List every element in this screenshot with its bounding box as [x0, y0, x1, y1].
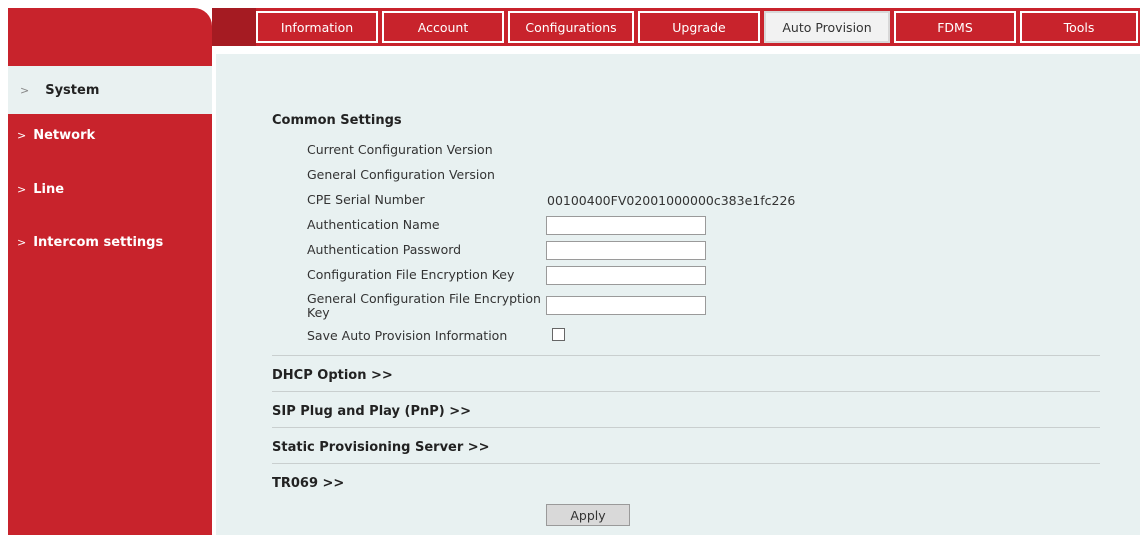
- apply-button[interactable]: Apply: [546, 504, 630, 526]
- tab-account[interactable]: Account: [382, 11, 504, 43]
- dhcp-option-section[interactable]: DHCP Option >>: [272, 368, 393, 383]
- current-config-version-label: Current Configuration Version: [307, 142, 493, 157]
- tab-tools[interactable]: Tools: [1020, 11, 1138, 43]
- chevron-right-icon: >: [17, 128, 27, 142]
- main-content: Common Settings Current Configuration Ve…: [216, 54, 1140, 535]
- sidebar-item-label: Intercom settings: [33, 234, 164, 250]
- static-provisioning-section[interactable]: Static Provisioning Server >>: [272, 440, 490, 455]
- tab-upgrade[interactable]: Upgrade: [638, 11, 760, 43]
- save-auto-provision-checkbox[interactable]: [552, 328, 565, 341]
- chevron-right-icon: >: [17, 235, 27, 249]
- sidebar-item-line[interactable]: > Line: [8, 174, 212, 204]
- sidebar-item-network[interactable]: > Network: [8, 120, 212, 150]
- chevron-right-icon: >: [20, 83, 30, 97]
- divider: [272, 355, 1100, 356]
- general-config-key-label-line1: General Configuration File Encryption: [307, 291, 541, 306]
- sidebar-item-label: Network: [33, 127, 96, 143]
- divider: [272, 427, 1100, 428]
- auth-name-input[interactable]: [546, 216, 706, 235]
- sidebar: > System > Network > Line > Intercom set…: [8, 8, 212, 535]
- tab-information[interactable]: Information: [256, 11, 378, 43]
- common-settings-title: Common Settings: [272, 113, 402, 128]
- sidebar-item-intercom-settings[interactable]: > Intercom settings: [8, 227, 212, 257]
- save-auto-provision-label: Save Auto Provision Information: [307, 328, 508, 343]
- auth-password-label: Authentication Password: [307, 242, 462, 257]
- general-config-key-label: General Configuration File Encryption Ke…: [307, 292, 541, 320]
- sidebar-item-label: System: [45, 82, 100, 98]
- divider: [272, 463, 1100, 464]
- cpe-serial-value: 00100400FV02001000000c383e1fc226: [547, 193, 796, 208]
- sidebar-header: [8, 8, 212, 58]
- tab-fdms[interactable]: FDMS: [894, 11, 1016, 43]
- tab-bar-shade: [212, 8, 256, 46]
- general-config-file-encryption-key-input[interactable]: [546, 296, 706, 315]
- general-config-key-label-line2: Key: [307, 305, 330, 320]
- chevron-right-icon: >: [17, 182, 27, 196]
- tab-configurations[interactable]: Configurations: [508, 11, 634, 43]
- auth-name-label: Authentication Name: [307, 217, 440, 232]
- auth-password-input[interactable]: [546, 241, 706, 260]
- divider: [272, 391, 1100, 392]
- cpe-serial-label: CPE Serial Number: [307, 192, 425, 207]
- tr069-section[interactable]: TR069 >>: [272, 476, 344, 491]
- config-key-label: Configuration File Encryption Key: [307, 267, 515, 282]
- sip-pnp-section[interactable]: SIP Plug and Play (PnP) >>: [272, 404, 471, 419]
- sidebar-item-system[interactable]: > System: [8, 66, 212, 114]
- config-file-encryption-key-input[interactable]: [546, 266, 706, 285]
- sidebar-item-label: Line: [33, 181, 65, 197]
- tab-auto-provision[interactable]: Auto Provision: [764, 11, 890, 43]
- top-tab-bar: Information Account Configurations Upgra…: [212, 8, 1140, 46]
- general-config-version-label: General Configuration Version: [307, 167, 495, 182]
